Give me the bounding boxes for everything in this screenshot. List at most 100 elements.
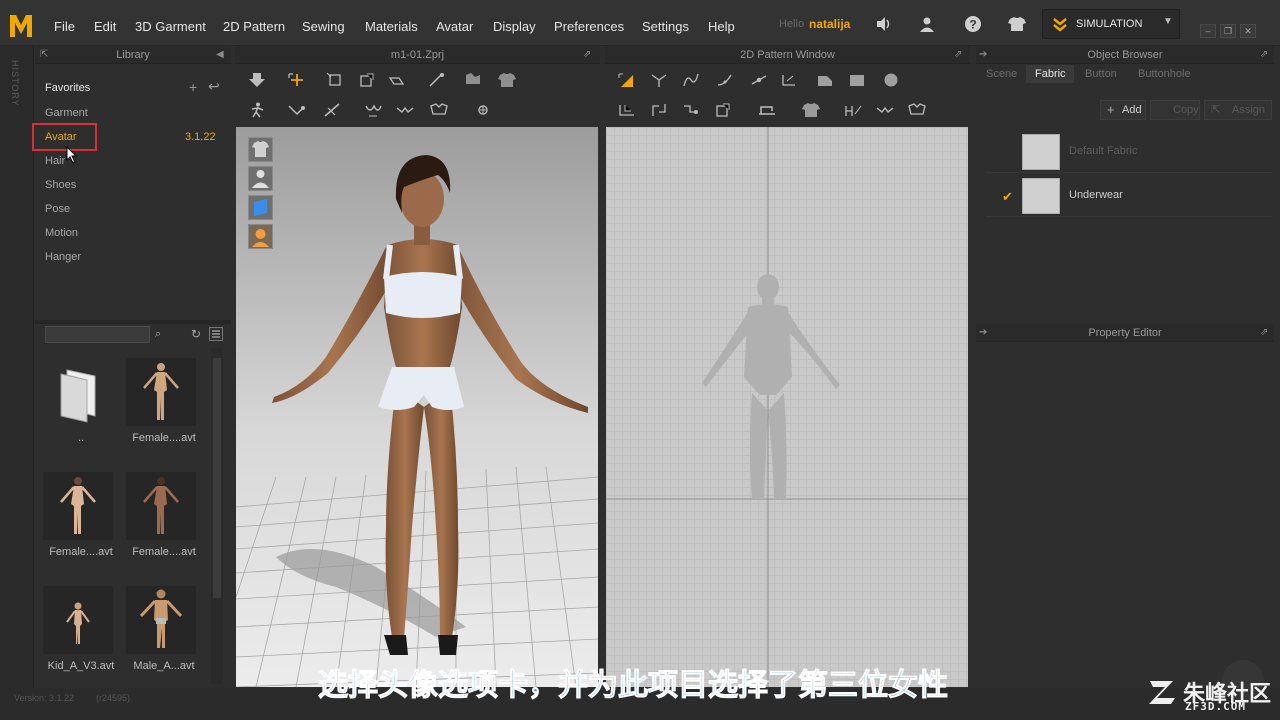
minimize-button[interactable]: – (1200, 24, 1216, 38)
library-item-female-1[interactable]: Female....avt (126, 358, 196, 458)
list-view-icon[interactable] (209, 327, 223, 341)
close-button[interactable]: ✕ (1240, 24, 1256, 38)
edit-point-icon[interactable] (649, 72, 669, 88)
add-point-icon[interactable] (473, 102, 493, 118)
edit-pattern-icon[interactable] (617, 72, 637, 88)
tshirt-tool-icon[interactable] (497, 72, 517, 88)
fold-arrange-icon[interactable] (713, 102, 733, 118)
favorite-item-motion[interactable]: Motion (45, 227, 78, 239)
tab-fabric[interactable]: Fabric (1035, 68, 1066, 80)
garment-fit-icon[interactable] (463, 72, 483, 88)
fabric-row-default[interactable]: Default Fabric (986, 131, 1272, 173)
show-avatar-button[interactable] (248, 166, 273, 191)
fabric-row-underwear[interactable]: ✔ Underwear (986, 175, 1272, 217)
avatar-face-button[interactable] (248, 224, 273, 249)
menu-file[interactable]: File (54, 19, 75, 34)
favorite-item-hair[interactable]: Hair (45, 155, 65, 167)
offset-icon[interactable] (649, 102, 669, 118)
seam-tool-icon[interactable] (395, 102, 415, 118)
favorite-item-garment[interactable]: Garment (45, 107, 88, 119)
menu-preferences[interactable]: Preferences (554, 19, 624, 34)
copy-fabric-button[interactable]: Copy (1150, 100, 1200, 120)
maximize-icon[interactable]: ⇗ (954, 49, 966, 61)
3d-scene[interactable] (236, 127, 598, 687)
rectangle-icon[interactable] (847, 72, 867, 88)
assign-fabric-button[interactable]: ⇱ Assign (1204, 100, 1272, 120)
menu-materials[interactable]: Materials (365, 19, 418, 34)
add-point-2d-icon[interactable] (749, 72, 769, 88)
circle-icon[interactable] (881, 72, 901, 88)
2d-pattern-canvas[interactable] (606, 127, 968, 687)
menu-display[interactable]: Display (493, 19, 536, 34)
trace-icon[interactable] (681, 102, 701, 118)
library-divider[interactable] (35, 320, 231, 324)
internal-line-icon[interactable] (779, 72, 799, 88)
menu-avatar[interactable]: Avatar (436, 19, 473, 34)
chevrons-down-icon (1053, 18, 1067, 32)
library-search-input[interactable] (45, 326, 150, 343)
tack-tool-icon[interactable] (287, 102, 307, 118)
menu-settings[interactable]: Settings (642, 19, 689, 34)
refresh-icon[interactable]: ↻ (191, 327, 201, 341)
back-arrow-icon[interactable]: ↩ (208, 78, 220, 95)
polygon-icon[interactable] (815, 72, 835, 88)
select-box-icon[interactable] (325, 72, 345, 88)
tab-scene[interactable]: Scene (986, 68, 1017, 80)
user-icon[interactable] (915, 13, 939, 35)
multi-sewing-icon[interactable] (907, 102, 927, 118)
fold-tool-icon[interactable] (387, 72, 407, 88)
segment-sewing-icon[interactable] (843, 102, 863, 118)
help-icon[interactable]: ? (961, 13, 985, 35)
transform-tool-icon[interactable] (287, 72, 307, 88)
speaker-icon[interactable] (872, 13, 896, 35)
show-garment-button[interactable] (248, 137, 273, 162)
add-fabric-button[interactable]: + Add (1100, 100, 1146, 120)
maximize-icon[interactable]: ⇗ (1260, 327, 1272, 339)
garment-shop-icon[interactable] (1005, 13, 1029, 35)
favorite-item-hanger[interactable]: Hanger (45, 251, 81, 263)
needle-tool-icon[interactable] (323, 102, 343, 118)
favorite-item-shoes[interactable]: Shoes (45, 179, 76, 191)
maximize-icon[interactable]: ⇗ (583, 49, 595, 61)
show-texture-button[interactable] (248, 195, 273, 220)
dropdown-arrow-icon[interactable]: ▼ (1163, 16, 1173, 27)
add-favorite-icon[interactable]: + (189, 79, 197, 95)
library-item-female-2[interactable]: Female....avt (43, 472, 113, 572)
tab-buttonhole[interactable]: Buttonhole (1138, 68, 1191, 80)
puckering-tool-icon[interactable] (363, 102, 383, 118)
maximize-icon[interactable]: ⇗ (1260, 49, 1272, 61)
menu-3d-garment[interactable]: 3D Garment (135, 19, 206, 34)
menu-edit[interactable]: Edit (94, 19, 116, 34)
assign-icon: ⇱ (1211, 104, 1221, 116)
menu-2d-pattern[interactable]: 2D Pattern (223, 19, 285, 34)
library-item-female-3[interactable]: Female....avt (126, 472, 196, 572)
tab-button[interactable]: Button (1085, 68, 1117, 80)
library-item-male[interactable]: Male_A...avt (126, 586, 196, 686)
simulation-button[interactable]: SIMULATION ▼ (1042, 9, 1180, 39)
favorite-item-avatar[interactable]: Avatar (45, 131, 77, 143)
history-strip[interactable]: HISTORY (0, 46, 34, 688)
restore-button[interactable]: ❐ (1220, 24, 1236, 38)
pattern-tool-icon[interactable] (429, 102, 449, 118)
select-mesh-icon[interactable] (357, 72, 377, 88)
username[interactable]: natalija (809, 17, 850, 31)
menu-sewing[interactable]: Sewing (302, 19, 345, 34)
favorite-item-pose[interactable]: Pose (45, 203, 70, 215)
down-arrow-tool-icon[interactable] (247, 72, 267, 88)
avatar-pose-icon[interactable] (247, 102, 267, 118)
dart-icon[interactable] (617, 102, 637, 118)
free-sewing-icon[interactable] (875, 102, 895, 118)
tshirt-2d-icon[interactable] (801, 102, 821, 118)
pin-tool-icon[interactable] (427, 72, 447, 88)
sewing-machine-icon[interactable] (757, 102, 777, 118)
menu-help[interactable]: Help (708, 19, 735, 34)
library-item-kid[interactable]: Kid_A_V3.avt (43, 586, 114, 686)
collapse-left-icon[interactable]: ◀ (216, 49, 228, 61)
edit-curve-icon[interactable] (681, 72, 701, 88)
library-scrollbar[interactable] (211, 348, 223, 684)
scrollbar-thumb[interactable] (213, 358, 221, 598)
library-item-parent-folder[interactable]: .. (43, 358, 113, 458)
curve-point-icon[interactable] (715, 72, 735, 88)
app-logo-icon[interactable] (8, 13, 34, 39)
search-icon[interactable]: ⌕ (155, 328, 161, 341)
